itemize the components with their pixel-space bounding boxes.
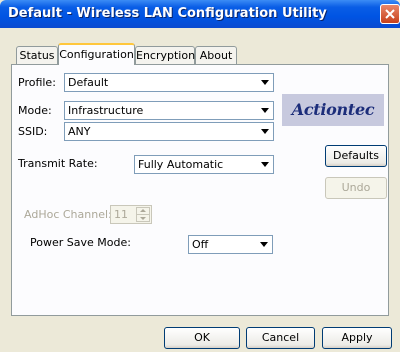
undo-button[interactable]: Undo	[325, 177, 387, 199]
ssid-combobox[interactable]: ANY	[64, 122, 274, 141]
ok-button[interactable]: OK	[164, 327, 240, 349]
title-bar[interactable]: Default - Wireless LAN Configuration Uti…	[0, 0, 400, 28]
actiontec-logo: Actiontec	[282, 94, 384, 126]
close-button[interactable]	[380, 4, 400, 24]
power-save-dropdown[interactable]: Off	[188, 235, 273, 254]
close-icon	[385, 9, 395, 19]
transmit-rate-value: Fully Automatic	[138, 158, 224, 171]
mode-value: Infrastructure	[68, 104, 144, 117]
dialog-window: Default - Wireless LAN Configuration Uti…	[0, 0, 400, 352]
chevron-down-icon[interactable]	[256, 237, 271, 252]
tab-configuration[interactable]: Configuration	[58, 43, 135, 65]
chevron-down-icon[interactable]	[257, 157, 272, 172]
apply-button[interactable]: Apply	[322, 327, 392, 349]
mode-dropdown[interactable]: Infrastructure	[64, 101, 274, 120]
profile-value: Default	[68, 76, 109, 89]
tab-status-label: Status	[19, 49, 55, 62]
adhoc-channel-value: 11	[114, 208, 128, 221]
logo-text: Actiontec	[291, 100, 375, 119]
cancel-button[interactable]: Cancel	[246, 327, 315, 349]
spin-updown-icon[interactable]	[136, 207, 150, 222]
transmit-rate-dropdown[interactable]: Fully Automatic	[134, 155, 274, 174]
chevron-down-icon[interactable]	[257, 75, 272, 90]
chevron-down-icon[interactable]	[257, 124, 272, 139]
window-title: Default - Wireless LAN Configuration Uti…	[8, 6, 327, 21]
power-save-label: Power Save Mode:	[30, 236, 131, 249]
tab-about-label: About	[199, 49, 233, 62]
tab-encryption[interactable]: Encryption	[135, 46, 195, 65]
defaults-button[interactable]: Defaults	[325, 145, 387, 167]
tab-encryption-label: Encryption	[136, 49, 196, 62]
transmit-rate-label: Transmit Rate:	[18, 157, 98, 170]
power-save-value: Off	[192, 238, 209, 251]
tab-status[interactable]: Status	[16, 46, 58, 65]
ssid-label: SSID:	[18, 125, 48, 138]
profile-dropdown[interactable]: Default	[64, 73, 274, 92]
profile-label: Profile:	[18, 76, 56, 89]
ssid-value: ANY	[68, 125, 91, 138]
chevron-down-icon[interactable]	[257, 103, 272, 118]
tab-configuration-label: Configuration	[59, 48, 134, 61]
adhoc-channel-label: AdHoc Channel:	[24, 208, 112, 221]
adhoc-channel-spinner[interactable]: 11	[110, 205, 152, 224]
tab-about[interactable]: About	[195, 46, 237, 65]
mode-label: Mode:	[18, 104, 52, 117]
